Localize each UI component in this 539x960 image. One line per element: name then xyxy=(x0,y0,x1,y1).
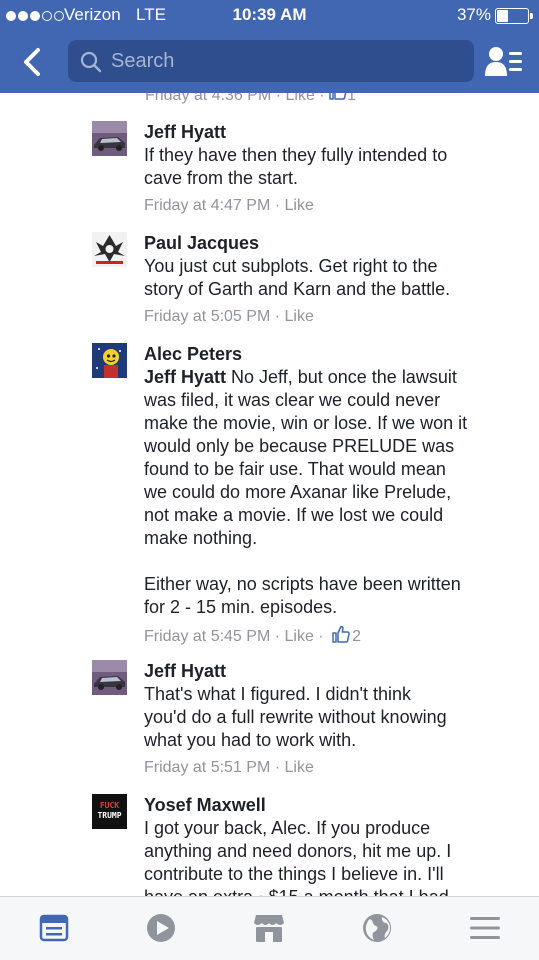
comment-meta: Friday at 5:05 PM · Like xyxy=(144,308,314,325)
comment-meta: Friday at 5:45 PM · Like · 2 xyxy=(144,625,524,647)
comment-line-rest: No Jeff, but once the lawsuit xyxy=(226,367,457,387)
comment-text: I got your back, Alec. If you produce an… xyxy=(144,817,524,896)
thumbs-up-icon xyxy=(332,625,350,643)
comment-line: cave from the start. xyxy=(144,168,299,188)
comment-line: what you had to work with. xyxy=(144,730,357,750)
comment-author[interactable]: Yosef Maxwell xyxy=(144,794,524,817)
menu-tab[interactable] xyxy=(468,911,502,945)
comment-author[interactable]: Paul Jacques xyxy=(144,232,524,255)
comment-line: You just cut subplots. Get right to the xyxy=(144,256,438,276)
flag-text-icon: FUCK TRUMP xyxy=(92,794,127,829)
like-count: 1 xyxy=(347,93,356,104)
mention-link[interactable]: Jeff Hyatt xyxy=(144,367,226,387)
avatar-text: FUCK xyxy=(99,801,120,810)
avatar[interactable]: FUCK TRUMP xyxy=(92,794,127,829)
cartoon-character-icon xyxy=(92,343,127,378)
avatar[interactable] xyxy=(92,121,127,156)
comment-feed[interactable]: Friday at 4:36 PM · Like · 1 Jeff Hyatt … xyxy=(0,93,539,896)
comment-text: Jeff Hyatt No Jeff, but once the lawsuit… xyxy=(144,366,524,619)
comment-time: Friday at 5:45 PM xyxy=(144,628,271,645)
comment-line: contribute to the things I believe in. I… xyxy=(144,864,444,884)
avatar-text: TRUMP xyxy=(97,811,122,820)
friends-list-button[interactable] xyxy=(484,44,526,80)
back-button[interactable] xyxy=(14,44,50,80)
comment-time: Friday at 5:51 PM xyxy=(144,759,271,776)
comment-meta: Friday at 4:36 PM · Like · 1 xyxy=(145,93,356,105)
video-tab[interactable] xyxy=(144,911,178,945)
comment-line: have an extra ~$15 a month that I had xyxy=(144,886,524,896)
comment-line: I got your back, Alec. If you produce xyxy=(144,818,431,838)
band-logo-icon xyxy=(92,232,127,267)
comment-line: make nothing. xyxy=(144,528,258,548)
hamburger-menu-icon xyxy=(470,917,500,939)
notifications-tab[interactable] xyxy=(360,911,394,945)
comment-author[interactable]: Jeff Hyatt xyxy=(144,660,524,683)
marketplace-tab[interactable] xyxy=(252,911,286,945)
like-count: 2 xyxy=(352,628,361,645)
battery-icon xyxy=(495,8,533,24)
bottom-tab-bar xyxy=(0,896,539,960)
news-feed-tab[interactable] xyxy=(37,911,71,945)
comment-time: Friday at 5:05 PM xyxy=(144,308,271,325)
comment-line: would only be because PRELUDE was xyxy=(144,436,455,456)
storefront-icon xyxy=(254,915,284,942)
thumbs-up-icon xyxy=(329,93,347,100)
delorean-car-icon xyxy=(92,121,127,156)
comment-line: Either way, no scripts have been written xyxy=(144,574,461,594)
avatar[interactable] xyxy=(92,343,127,378)
comment-line: we could do more Axanar like Prelude, xyxy=(144,482,452,502)
comment-text: That's what I figured. I didn't think yo… xyxy=(144,683,524,752)
comment-author[interactable]: Jeff Hyatt xyxy=(144,121,524,144)
comment-line: Jeff Hyatt No Jeff, but once the lawsuit xyxy=(144,366,524,389)
comment-line: found to be fair use. That would mean xyxy=(144,459,446,479)
comment-line: If they have then they fully intended to xyxy=(144,145,448,165)
like-link[interactable]: Like xyxy=(285,308,314,325)
search-placeholder: Search xyxy=(111,50,175,72)
globe-icon xyxy=(363,914,391,942)
delorean-car-icon xyxy=(92,660,127,695)
like-link[interactable]: Like xyxy=(285,197,314,214)
comment-line: anything and need donors, hit me up. I xyxy=(144,841,452,861)
comment-line: for 2 - 15 min. episodes. xyxy=(144,597,338,617)
search-input[interactable]: Search xyxy=(68,40,474,82)
comment-line: That's what I figured. I didn't think xyxy=(144,684,412,704)
comment-time: Friday at 4:47 PM xyxy=(144,197,271,214)
comment-meta: Friday at 5:51 PM · Like xyxy=(144,759,314,776)
friends-list-icon xyxy=(485,47,522,76)
comment-line: make the movie, win or lose. If we won i… xyxy=(144,413,468,433)
like-link[interactable]: Like xyxy=(286,93,315,104)
play-icon xyxy=(147,914,175,942)
status-bar: Verizon LTE 10:39 AM 37% xyxy=(0,0,539,30)
comment-author[interactable]: Alec Peters xyxy=(144,343,524,366)
chevron-left-icon xyxy=(24,48,40,76)
avatar[interactable] xyxy=(92,660,127,695)
comment-time: Friday at 4:36 PM xyxy=(145,93,272,104)
avatar[interactable] xyxy=(92,232,127,267)
news-feed-icon xyxy=(39,914,69,942)
comment-text: You just cut subplots. Get right to the … xyxy=(144,255,524,301)
search-icon xyxy=(80,51,102,73)
battery-percentage: 37% xyxy=(456,5,491,24)
comment-line: was filed, it was clear we could never xyxy=(144,390,441,410)
comment-line: not make a movie. If we lost we could xyxy=(144,505,444,525)
comment-meta: Friday at 4:47 PM · Like xyxy=(144,197,314,214)
like-link[interactable]: Like xyxy=(285,628,314,645)
like-link[interactable]: Like xyxy=(285,759,314,776)
top-header: Verizon LTE 10:39 AM 37% Search xyxy=(0,0,539,93)
comment-line: story of Garth and Karn and the battle. xyxy=(144,279,451,299)
comment-text: If they have then they fully intended to… xyxy=(144,144,524,190)
comment-line: you'd do a full rewrite without knowing xyxy=(144,707,447,727)
